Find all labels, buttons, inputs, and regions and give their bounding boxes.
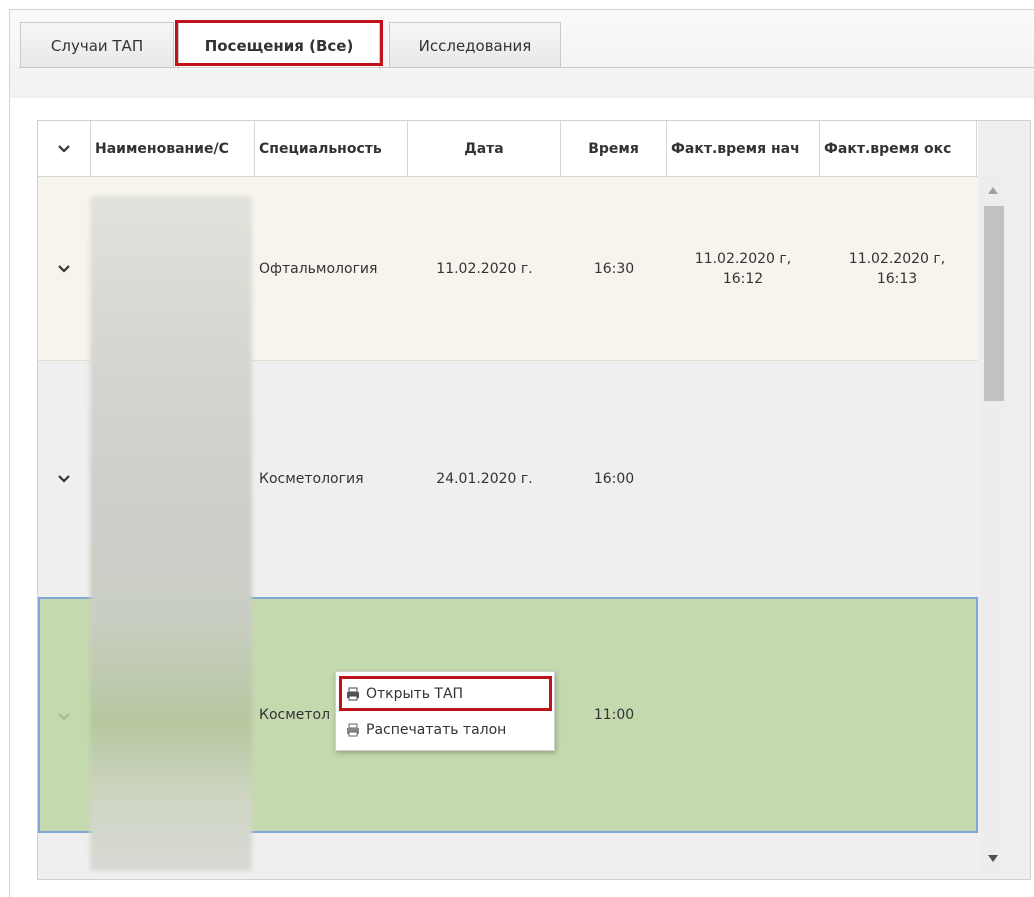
tab-label: Исследования xyxy=(418,36,532,55)
scroll-down-arrow-icon[interactable] xyxy=(988,855,998,862)
row-expand-toggle[interactable] xyxy=(52,257,76,281)
date-cell: 24.01.2020 г. xyxy=(436,471,533,487)
tab-highlight-frame xyxy=(175,20,383,66)
date-cell: 11.02.2020 г. xyxy=(436,261,533,277)
col-specialty-header[interactable]: Специальность xyxy=(255,121,408,176)
tab-research[interactable]: Исследования xyxy=(389,22,561,68)
time-cell: 16:00 xyxy=(593,471,635,487)
col-time-header[interactable]: Время xyxy=(561,121,667,176)
grid-header: Наименование/С Специальность Дата Время … xyxy=(38,121,978,177)
time-cell: 16:30 xyxy=(593,261,635,277)
col-name-header[interactable]: Наименование/С xyxy=(91,121,255,176)
col-date-header[interactable]: Дата xyxy=(408,121,561,176)
fact-end-cell: 11.02.2020 г, 16:13 xyxy=(848,251,946,287)
time-cell: 11:00 xyxy=(593,707,635,723)
redacted-name-column xyxy=(90,196,252,871)
expand-all-header[interactable] xyxy=(38,121,91,176)
printer-icon xyxy=(340,723,366,737)
row-expand-toggle[interactable] xyxy=(52,467,76,491)
tab-divider xyxy=(19,67,1034,68)
col-fact-start-header[interactable]: Факт.время нач xyxy=(667,121,820,176)
chevron-down-icon xyxy=(58,265,70,273)
chevron-down-icon xyxy=(58,713,70,721)
tab-label: Случаи ТАП xyxy=(50,36,144,55)
specialty-cell: Косметология xyxy=(259,471,364,487)
tab-tap-cases[interactable]: Случаи ТАП xyxy=(20,22,174,68)
chevron-down-icon xyxy=(58,475,70,483)
row-expand-toggle[interactable] xyxy=(52,705,76,729)
scroll-up-arrow-icon[interactable] xyxy=(988,187,998,194)
chevron-down-icon xyxy=(58,144,70,153)
menu-item-label: Распечатать талон xyxy=(366,722,507,738)
fact-start-cell: 11.02.2020 г, 16:12 xyxy=(694,251,792,287)
menu-highlight-frame xyxy=(339,676,552,711)
specialty-cell: Офтальмология xyxy=(259,261,378,277)
menu-item-print-ticket[interactable]: Распечатать талон xyxy=(340,714,550,746)
scrollbar-thumb[interactable] xyxy=(984,206,1004,401)
col-fact-end-header[interactable]: Факт.время окс xyxy=(820,121,977,176)
